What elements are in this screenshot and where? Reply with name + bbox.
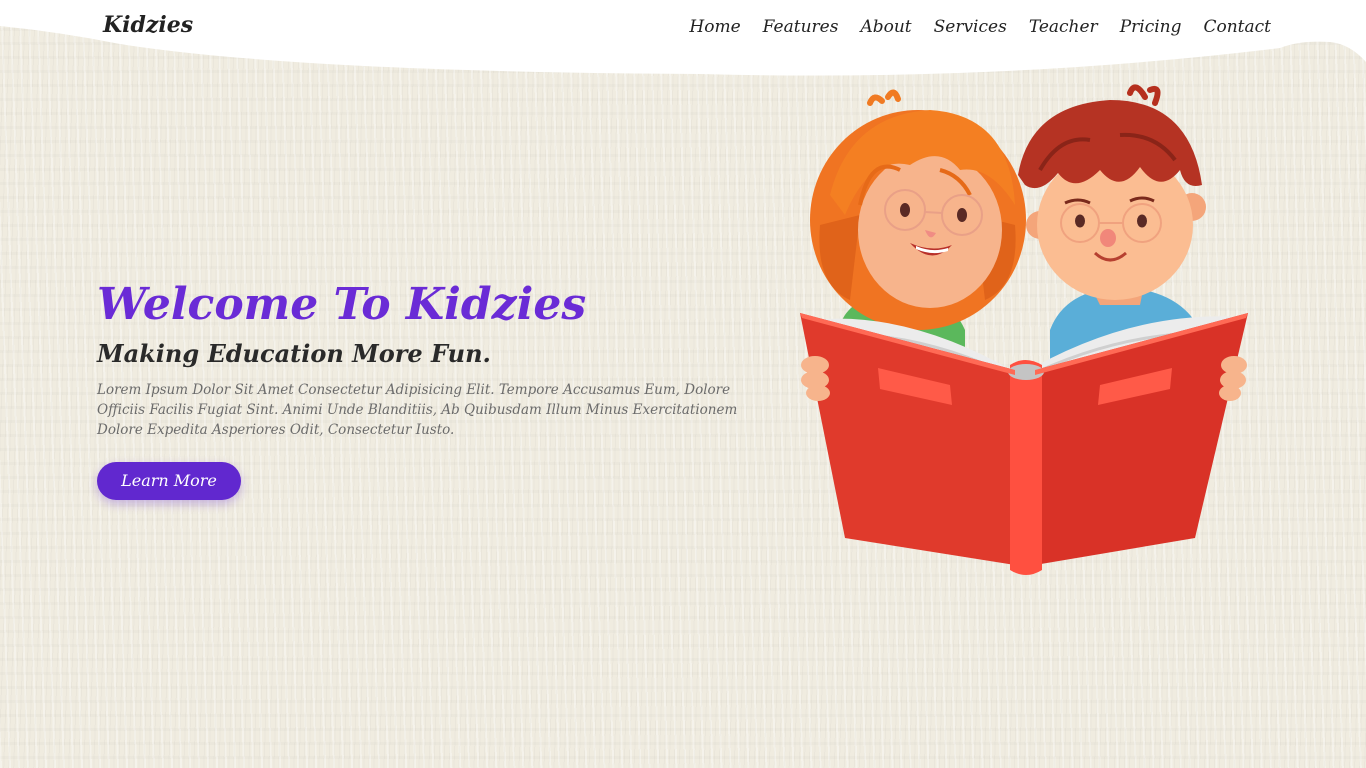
- learn-more-button[interactable]: Learn More: [97, 461, 241, 500]
- nav-services[interactable]: Services: [934, 17, 1007, 37]
- nav-pricing[interactable]: Pricing: [1120, 17, 1182, 37]
- hero-title: Welcome To Kidzies: [97, 279, 587, 330]
- red-book: [800, 313, 1248, 575]
- brand-logo[interactable]: Kidzies: [103, 12, 193, 38]
- hero-subtitle: Making Education More Fun.: [97, 338, 491, 368]
- nav-home[interactable]: Home: [689, 17, 740, 37]
- nav-features[interactable]: Features: [763, 17, 839, 37]
- nav-teacher[interactable]: Teacher: [1029, 17, 1098, 37]
- nav-contact[interactable]: Contact: [1203, 17, 1271, 37]
- hero-description: Lorem Ipsum Dolor Sit Amet Consectetur A…: [97, 381, 738, 438]
- nav-about[interactable]: About: [860, 17, 911, 37]
- kids-reading-book-illustration: [800, 84, 1248, 575]
- main-nav: Home Features About Services Teacher Pri…: [689, 17, 1271, 37]
- hero-section: Welcome To Kidzies Making Education More…: [97, 279, 767, 500]
